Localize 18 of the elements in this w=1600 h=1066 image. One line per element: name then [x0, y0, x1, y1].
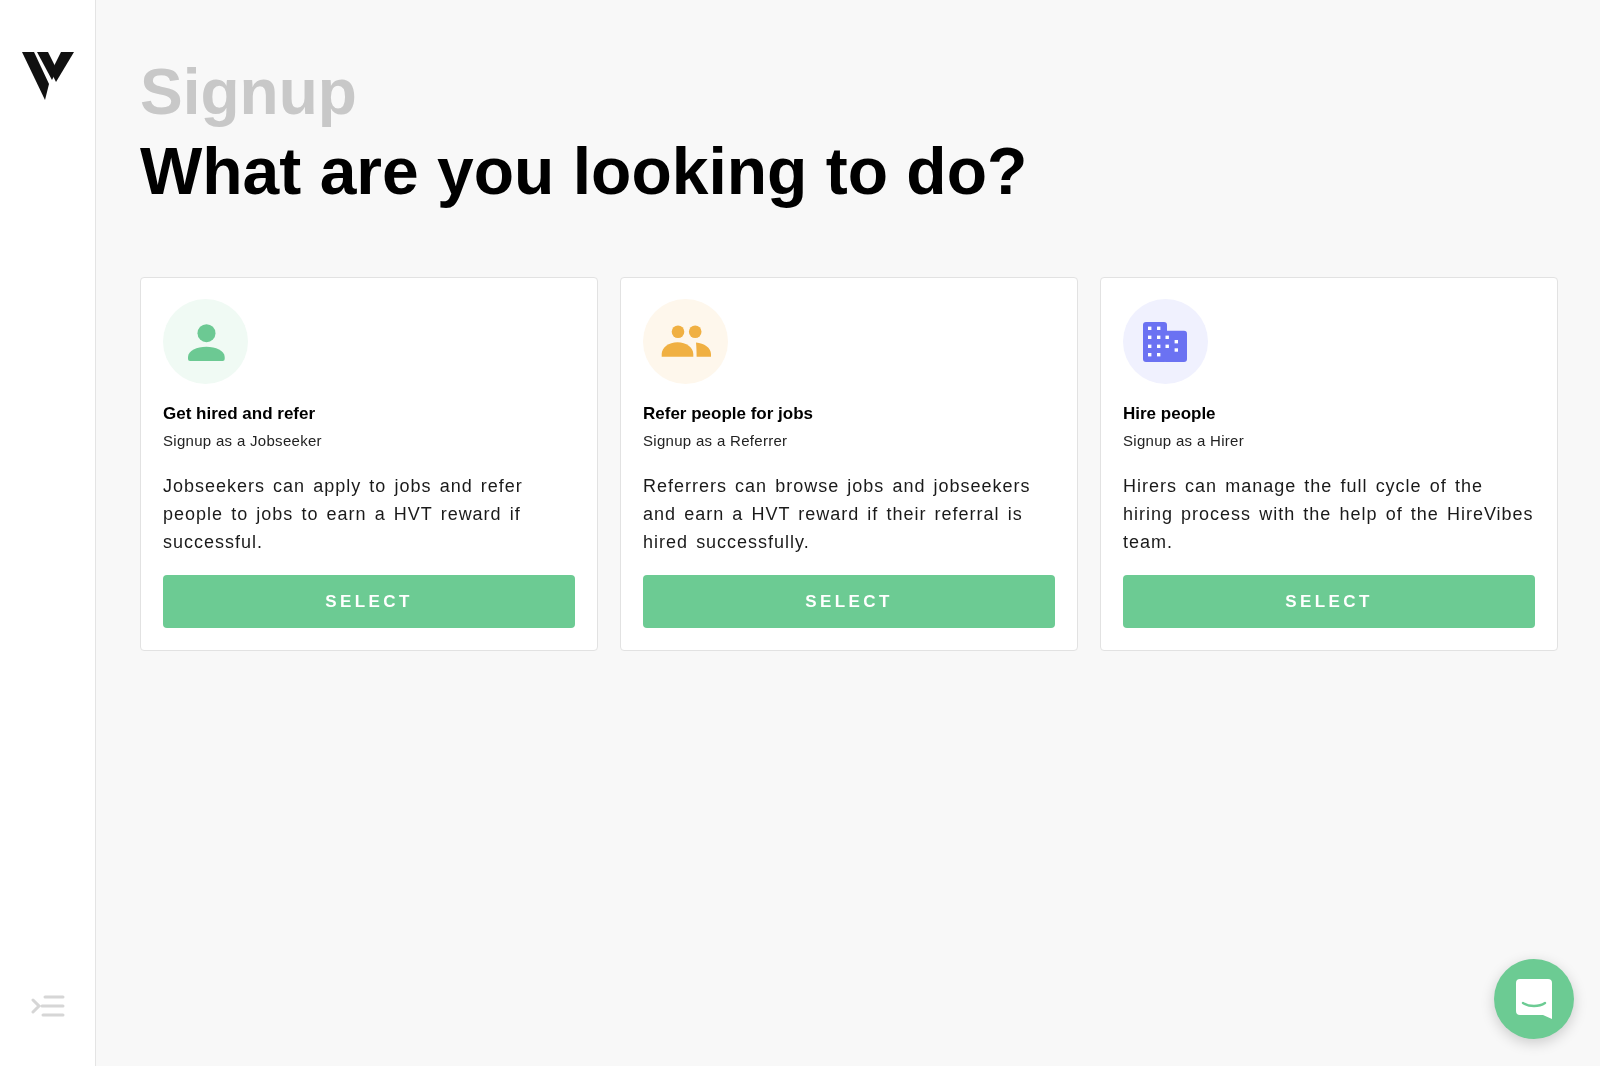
building-icon [1123, 299, 1208, 384]
option-title: Refer people for jobs [643, 403, 814, 425]
option-title: Hire people [1123, 403, 1216, 425]
person-icon [163, 299, 248, 384]
select-button[interactable]: SELECT [1123, 575, 1535, 628]
people-group-icon [643, 299, 728, 384]
indent-menu-icon[interactable] [30, 995, 65, 1017]
option-description: Referrers can browse jobs and jobseekers and earn a HVT reward if their referral is hired successfully. [643, 475, 1032, 554]
option-description: Jobseekers can apply to jobs and refer people to jobs to earn a HVT reward if successful. [163, 475, 524, 554]
chat-button[interactable] [1494, 959, 1574, 1039]
option-subtitle: Signup as a Referrer [643, 431, 788, 451]
option-description: Hirers can manage the full cycle of the hiring process with the help of the HireVibes team. [1123, 475, 1535, 554]
option-title: Get hired and refer [163, 403, 316, 425]
select-button[interactable]: SELECT [643, 575, 1055, 628]
select-button[interactable]: SELECT [163, 575, 575, 628]
option-subtitle: Signup as a Jobseeker [163, 431, 322, 451]
chat-bubble-icon [1516, 979, 1552, 1019]
option-subtitle: Signup as a Hirer [1123, 431, 1244, 451]
